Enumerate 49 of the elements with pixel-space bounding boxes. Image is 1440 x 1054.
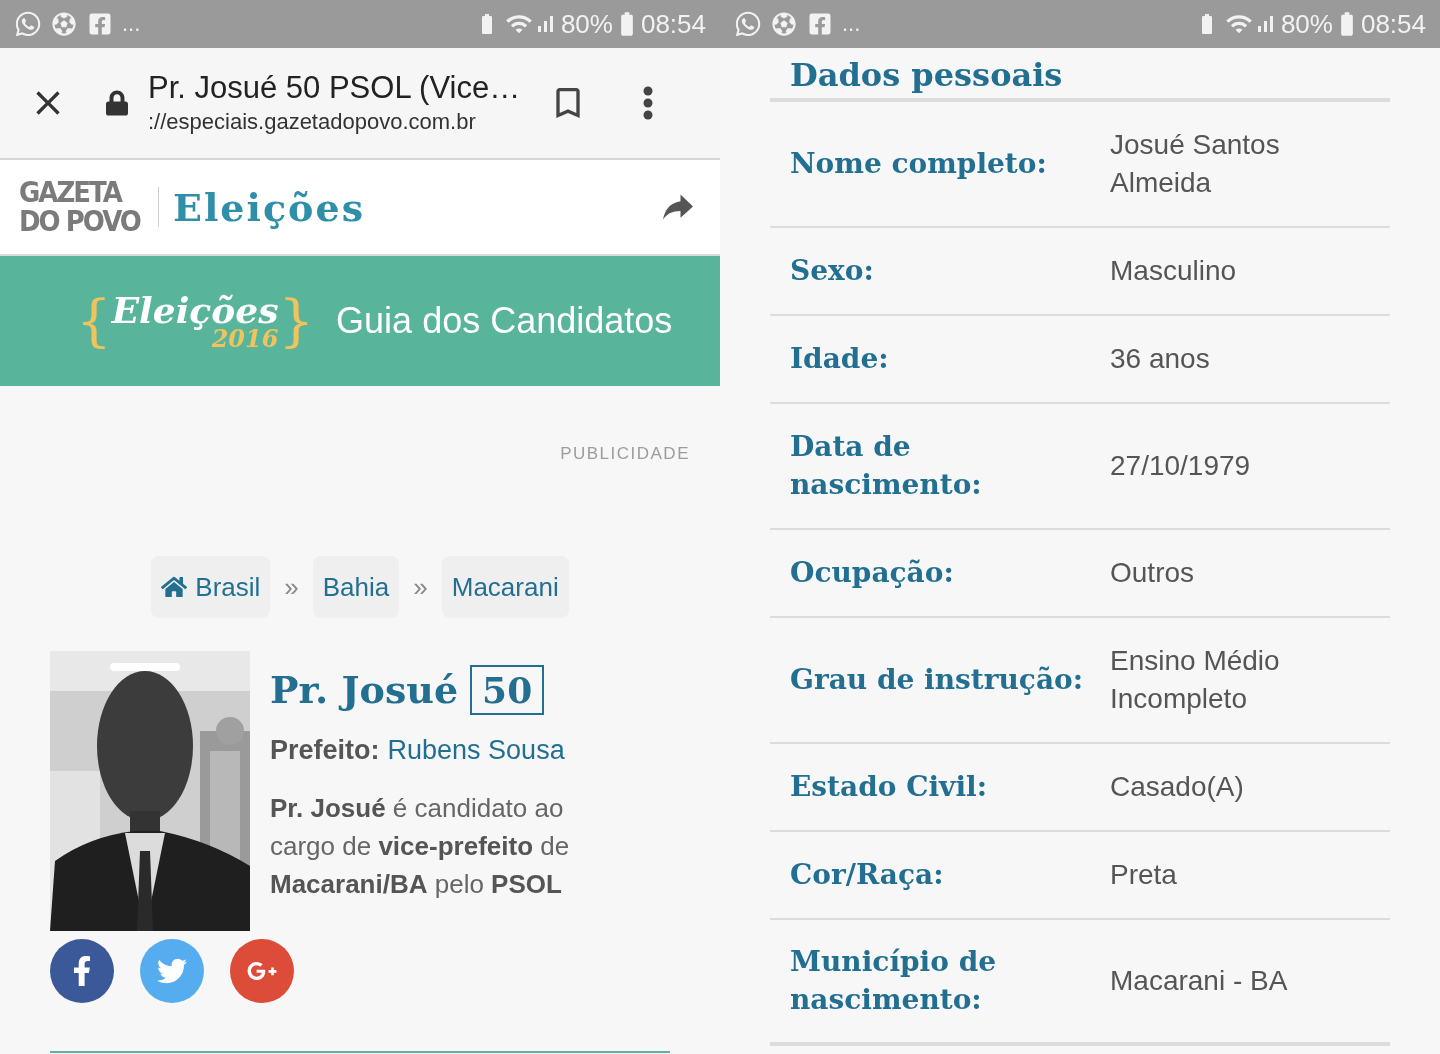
field-label: Nome completo: xyxy=(790,146,1048,182)
breadcrumb-link[interactable]: Brasil xyxy=(151,556,271,618)
mayor-label: Prefeito: xyxy=(270,734,380,767)
chat-app-icon xyxy=(734,10,762,38)
banner-title: Guia dos Candidatos xyxy=(336,299,673,343)
field-label: Município de nascimento: xyxy=(790,944,998,1018)
more-notifications: ... xyxy=(122,13,141,35)
clock: 08:54 xyxy=(640,11,706,37)
clock: 08:54 xyxy=(1360,11,1426,37)
field-value: Outros xyxy=(1110,556,1196,590)
field-value: Josué Santos Almeida xyxy=(1110,128,1281,200)
section-title: Eleições xyxy=(172,183,366,232)
breadcrumb-separator: » xyxy=(284,571,299,604)
breadcrumb-link[interactable]: Macarani xyxy=(441,556,569,618)
field-label: Sexo: xyxy=(790,253,875,289)
ad-label: PUBLICIDADE xyxy=(560,443,690,465)
field-label: Estado Civil: xyxy=(790,769,988,805)
candidate-number: 50 xyxy=(470,664,545,715)
field-value: Ensino Médio Incompleto xyxy=(1110,644,1281,716)
field-label: Idade: xyxy=(790,341,890,377)
breadcrumb-separator: » xyxy=(413,571,428,604)
site-logo: GAZETA DO POVO xyxy=(19,177,140,237)
chat-app-icon xyxy=(14,10,42,38)
page-url: ://especiais.gazetadopovo.com.br xyxy=(148,108,477,136)
field-value: Masculino xyxy=(1110,254,1238,288)
battery-percent: 80% xyxy=(1280,11,1333,37)
field-label: Data de nascimento: xyxy=(790,429,983,503)
field-value: Macarani - BA xyxy=(1110,964,1289,998)
candidate-description: Pr. Josué é candidato ao cargo de vice-prefeito de Macarani/BA pelo PSOL xyxy=(270,791,571,901)
field-value: Preta xyxy=(1110,858,1178,892)
battery-percent: 80% xyxy=(560,11,613,37)
field-value: 27/10/1979 xyxy=(1110,449,1252,483)
field-label: Ocupação: xyxy=(790,555,955,591)
candidate-name: Pr. Josué xyxy=(270,666,459,714)
section-heading: Dados pessoais xyxy=(790,56,1063,94)
field-value: 36 anos xyxy=(1110,342,1211,376)
field-label: Grau de instrução: xyxy=(790,662,1085,698)
bird-icon xyxy=(157,956,187,986)
menu-icon xyxy=(643,86,653,120)
more-notifications: ... xyxy=(842,13,861,35)
page-title: Pr. Josué 50 PSOL (Vice… xyxy=(148,69,518,107)
lock-icon xyxy=(106,90,128,116)
mayor-link[interactable]: Rubens Sousa xyxy=(387,730,565,771)
field-value: Casado(A) xyxy=(1110,770,1245,804)
facebook-icon xyxy=(88,12,112,36)
field-label: Cor/Raça: xyxy=(790,857,945,893)
facebook-icon xyxy=(808,12,832,36)
breadcrumb-link[interactable]: Bahia xyxy=(312,556,400,618)
home-icon xyxy=(161,575,188,599)
